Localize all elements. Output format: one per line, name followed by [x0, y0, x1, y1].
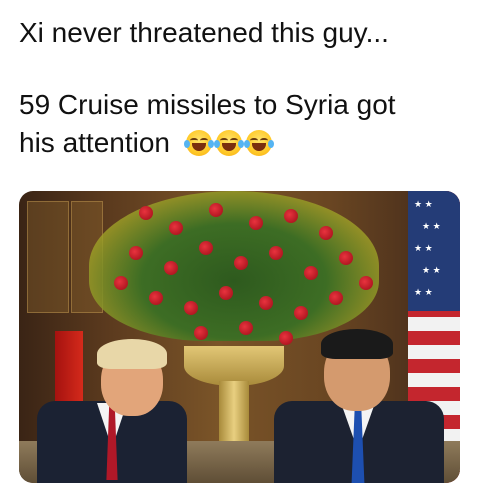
- rose: [269, 246, 283, 260]
- rose: [259, 296, 273, 310]
- post-line-2: 59 Cruise missiles to Syria got: [19, 89, 396, 120]
- tears-of-joy-emoji-icon: [183, 130, 214, 156]
- rose: [169, 221, 183, 235]
- rose: [199, 241, 213, 255]
- flag-canton: ★ ★ ★ ★ ★ ★ ★ ★ ★ ★: [408, 191, 460, 311]
- rose: [359, 276, 373, 290]
- hair-right: [321, 329, 393, 359]
- gold-vase: [184, 346, 284, 386]
- rose: [279, 331, 293, 345]
- rose: [149, 291, 163, 305]
- rose: [319, 226, 333, 240]
- post-line-3: his attention: [19, 124, 469, 162]
- rose: [129, 246, 143, 260]
- tears-of-joy-emoji-icon: [243, 130, 274, 156]
- tears-of-joy-emoji-icon: [213, 130, 244, 156]
- hair-left: [97, 339, 167, 369]
- wall-panel: [27, 201, 69, 313]
- post-photo[interactable]: ★ ★ ★ ★ ★ ★ ★ ★ ★ ★: [19, 191, 460, 483]
- rose: [139, 206, 153, 220]
- rose: [284, 209, 298, 223]
- rose: [219, 286, 233, 300]
- rose: [184, 301, 198, 315]
- rose: [249, 216, 263, 230]
- rose: [339, 251, 353, 265]
- rose: [209, 203, 223, 217]
- rose: [234, 256, 248, 270]
- vase-stem: [219, 381, 249, 441]
- post-text: Xi never threatened this guy... 59 Cruis…: [19, 14, 469, 162]
- rose: [194, 326, 208, 340]
- rose: [239, 321, 253, 335]
- rose: [164, 261, 178, 275]
- rose: [114, 276, 128, 290]
- rose: [304, 266, 318, 280]
- rose: [329, 291, 343, 305]
- post-line-3-text: his attention: [19, 127, 170, 158]
- emoji-row: [183, 130, 274, 156]
- rose: [294, 306, 308, 320]
- post-line-1: Xi never threatened this guy...: [19, 17, 389, 48]
